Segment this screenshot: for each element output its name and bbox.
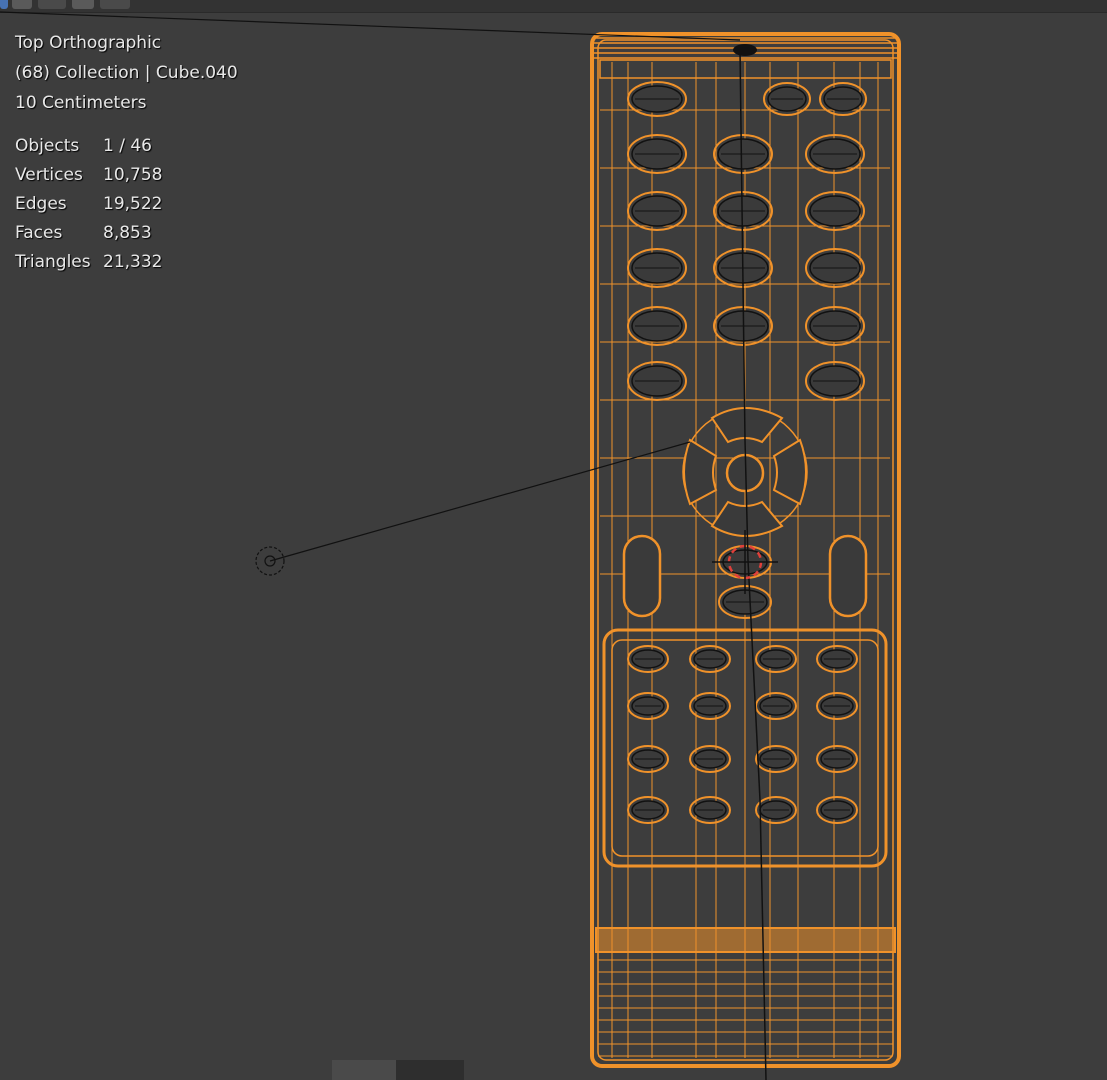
statistics-panel: Objects 1 / 46 Vertices 10,758 Edges 19,522…: [15, 132, 238, 277]
region-tab-left[interactable]: [332, 1060, 396, 1080]
scale-label: 10 Centimeters: [15, 93, 147, 113]
bottom-band: [595, 927, 896, 953]
stat-row-faces: Faces 8,853: [15, 223, 152, 243]
dpad-right: [772, 438, 807, 506]
collection-line: (68) Collection | Cube.040: [15, 63, 238, 83]
region-tab-right[interactable]: [396, 1060, 464, 1080]
3d-viewport[interactable]: Top Orthographic (68) Collection | Cube.…: [0, 0, 1107, 1080]
button-vol: [622, 534, 662, 618]
dpad-left: [683, 438, 718, 506]
viewport-info-overlay: Top Orthographic (68) Collection | Cube.…: [15, 28, 238, 277]
stat-row-objects: Objects 1 / 46: [15, 136, 152, 156]
dpad-up: [710, 407, 784, 444]
button-ch: [828, 534, 868, 618]
bottom-region-tabs: [332, 1060, 464, 1080]
top-led: [733, 44, 757, 56]
view-name: Top Orthographic: [15, 33, 162, 53]
stat-row-triangles: Triangles 21,332: [15, 252, 163, 272]
stat-row-vertices: Vertices 10,758: [15, 165, 163, 185]
stat-row-edges: Edges 19,522: [15, 194, 163, 214]
